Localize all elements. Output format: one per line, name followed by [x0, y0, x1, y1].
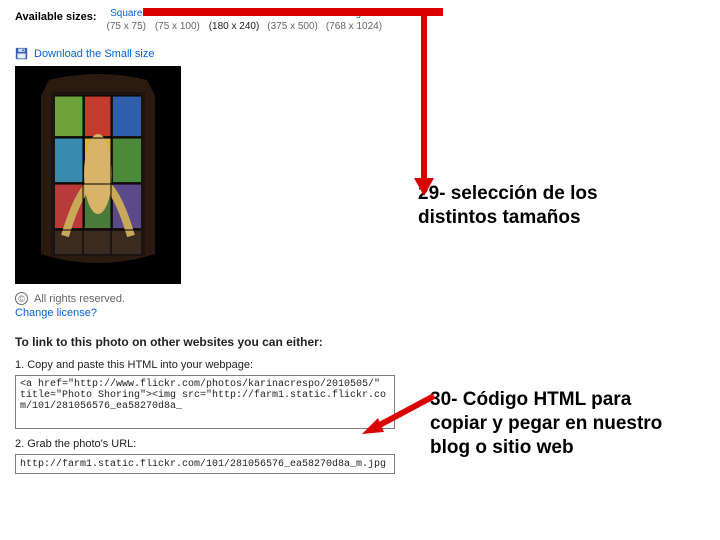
change-license-link[interactable]: Change license?: [15, 307, 97, 319]
callout-30: 30- Código HTML para copiar y pegar en n…: [430, 388, 690, 459]
step-1-label: 1. Copy and paste this HTML into your we…: [15, 359, 415, 371]
photo-thumbnail[interactable]: [15, 66, 181, 284]
floppy-disk-icon: [15, 47, 28, 60]
html-embed-code[interactable]: [15, 375, 395, 429]
download-link[interactable]: Download the Small size: [34, 48, 154, 60]
photo-url-field[interactable]: [15, 454, 395, 474]
available-sizes-label: Available sizes:: [15, 8, 97, 23]
copyright-icon: ©: [15, 292, 28, 305]
rights-text: All rights reserved.: [34, 293, 125, 305]
download-row: Download the Small size: [15, 47, 415, 60]
size-square[interactable]: Square (75 x 75): [107, 8, 146, 33]
annotation-arrow-horizontal: [143, 8, 443, 16]
link-section: To link to this photo on other websites …: [15, 335, 415, 474]
flickr-sizes-panel: Available sizes: Square (75 x 75) Thumbn…: [15, 8, 415, 474]
step-2-label: 2. Grab the photo's URL:: [15, 438, 415, 450]
rights-row: © All rights reserved.: [15, 292, 415, 305]
link-section-title: To link to this photo on other websites …: [15, 335, 415, 349]
